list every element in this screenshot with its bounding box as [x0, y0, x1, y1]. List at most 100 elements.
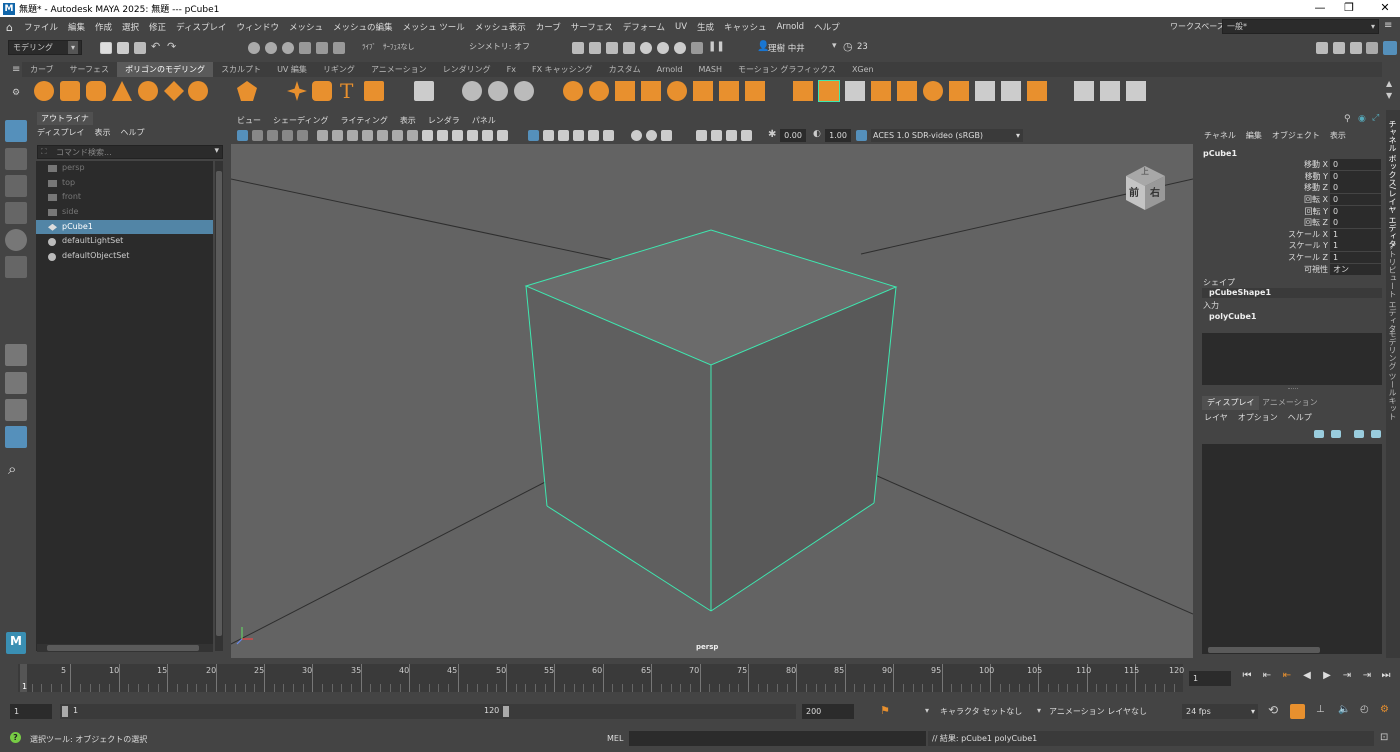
ambient-occlusion-icon[interactable] — [558, 130, 569, 141]
remesh-icon[interactable] — [693, 81, 713, 101]
shelf-menu-icon[interactable]: ≡ — [12, 64, 20, 75]
list-item[interactable]: pCube1 — [36, 219, 213, 235]
open-scene-icon[interactable] — [117, 42, 129, 54]
play-backward-icon[interactable]: ◀ — [1297, 670, 1317, 681]
smooth-icon[interactable] — [563, 81, 583, 101]
resolution-gate-icon[interactable] — [362, 130, 373, 141]
snap-curve-icon[interactable] — [316, 42, 328, 54]
command-input[interactable] — [629, 731, 926, 746]
poly-disc-icon[interactable] — [188, 81, 208, 101]
outliner-menu-help[interactable]: ヘルプ — [120, 127, 144, 138]
exposure-field[interactable]: 0.00 — [780, 129, 806, 142]
channel-box-toggle-icon[interactable] — [1366, 42, 1378, 54]
menu-windows[interactable]: ウィンドウ — [231, 21, 284, 33]
shelf-settings-icon[interactable]: ⚙ — [12, 88, 20, 98]
combine-icon[interactable] — [462, 81, 482, 101]
smooth-shade-icon[interactable] — [437, 130, 448, 141]
channel-value[interactable]: 1 — [1330, 252, 1381, 263]
outliner-search-field[interactable]: ⛶ コマンド検索... ▾ — [37, 145, 223, 159]
four-view-icon[interactable] — [5, 372, 27, 394]
menu-deform[interactable]: デフォーム — [618, 21, 670, 33]
key-tangent-icon[interactable]: ⊥ — [1316, 704, 1325, 715]
circularize-icon[interactable] — [1027, 81, 1047, 101]
quad-draw-icon[interactable] — [1074, 81, 1094, 101]
menu-create[interactable]: 作成 — [90, 21, 117, 33]
channel-row[interactable]: スケール Z1 — [1198, 252, 1382, 264]
gate-mask-icon[interactable] — [377, 130, 388, 141]
shelf-tab-custom[interactable]: カスタム — [601, 62, 649, 77]
view-cube-front-label[interactable]: 前 — [1129, 184, 1139, 199]
wireframe-icon[interactable] — [422, 130, 433, 141]
animation-end-field[interactable]: 200 — [802, 704, 854, 719]
menu-cache[interactable]: キャッシュ — [719, 21, 772, 33]
cb-input-name[interactable]: polyCube1 — [1209, 312, 1256, 321]
scrollbar-thumb[interactable] — [216, 171, 222, 636]
modeling-toolkit-icon[interactable] — [1316, 42, 1328, 54]
list-item[interactable]: top — [36, 176, 213, 191]
boolean-difference-icon[interactable] — [667, 81, 687, 101]
shelf-tab-rendering[interactable]: レンダリング — [435, 62, 499, 77]
shelf-tab-fx-caching[interactable]: FX キャッシング — [524, 62, 601, 77]
sweep-mesh-icon[interactable] — [312, 81, 332, 101]
shelf-tab-sculpting[interactable]: スカルプト — [213, 62, 269, 77]
motion-blur-icon[interactable] — [603, 130, 614, 141]
menu-edit[interactable]: 編集 — [63, 21, 90, 33]
arnold-render-icon[interactable] — [657, 42, 669, 54]
range-end-handle[interactable] — [503, 706, 509, 717]
time-slider-ruler[interactable]: 1 5 10 15 20 25 30 35 40 45 50 55 60 65 … — [18, 664, 1184, 692]
outliner-layout-icon[interactable] — [5, 426, 27, 448]
channel-row[interactable]: 移動 Z0 — [1198, 182, 1382, 194]
undo-icon[interactable]: ↶ — [151, 40, 160, 53]
persp-outliner-icon[interactable] — [5, 399, 27, 421]
cb-menu-channels[interactable]: チャネル — [1204, 130, 1246, 141]
poly-sphere-icon[interactable] — [34, 81, 54, 101]
shelf-tab-uv-editing[interactable]: UV 編集 — [269, 62, 315, 77]
display-all-icon[interactable] — [726, 130, 737, 141]
two-d-pan-icon[interactable] — [297, 130, 308, 141]
shelf-tab-fx[interactable]: Fx — [499, 62, 524, 77]
side-tab-modeling-toolkit[interactable]: モデリング ツールキット — [1387, 330, 1398, 421]
vp-menu-show[interactable]: 表示 — [394, 115, 422, 126]
multi-cut-icon[interactable] — [949, 81, 969, 101]
view-cube-right-label[interactable]: 右 — [1150, 184, 1160, 199]
side-tab-channel-box[interactable]: チャネル ボックス/レイヤ エディタ — [1387, 120, 1398, 248]
render-settings-icon[interactable] — [606, 42, 618, 54]
extrude-icon[interactable] — [793, 81, 813, 101]
menu-modify[interactable]: 修正 — [144, 21, 171, 33]
lasso-tool-icon[interactable] — [5, 148, 27, 170]
channel-value[interactable]: 0 — [1330, 194, 1381, 205]
move-tool-icon[interactable] — [5, 202, 27, 224]
outliner-horizontal-scrollbar[interactable] — [37, 644, 213, 652]
camera-attributes-icon[interactable] — [252, 130, 263, 141]
shelf-tab-motion-graphics[interactable]: モーション グラフィックス — [730, 62, 844, 77]
boolean-union-icon[interactable] — [641, 81, 661, 101]
poly-cone-icon[interactable] — [112, 81, 132, 101]
shelf-tab-xgen[interactable]: XGen — [844, 62, 882, 77]
shelf-scroll-down-icon[interactable]: ▼ — [1386, 91, 1392, 100]
redo-icon[interactable]: ↷ — [167, 40, 176, 53]
hud-icon[interactable] — [696, 130, 707, 141]
step-forward-frame-icon[interactable]: ⇥ — [1337, 670, 1357, 681]
animation-start-field[interactable]: 1 — [10, 704, 52, 719]
go-to-start-icon[interactable]: ⏮ — [1237, 670, 1257, 681]
chevron-down-icon[interactable]: ▾ — [925, 706, 929, 715]
channel-value[interactable]: 0 — [1330, 171, 1381, 182]
menu-select[interactable]: 選択 — [117, 21, 144, 33]
home-icon[interactable]: ⌂ — [0, 21, 19, 34]
select-by-object-icon[interactable] — [265, 42, 277, 54]
depth-of-field-icon[interactable] — [588, 130, 599, 141]
auto-key-icon[interactable]: ⚑ — [880, 704, 890, 717]
go-to-end-icon[interactable]: ⏭ — [1377, 670, 1395, 681]
poly-cylinder-icon[interactable] — [86, 81, 106, 101]
menu-generate[interactable]: 生成 — [692, 21, 719, 33]
current-frame-field[interactable]: 1 — [1189, 671, 1231, 686]
grease-pencil-icon[interactable] — [317, 130, 328, 141]
save-scene-icon[interactable] — [134, 42, 146, 54]
symmetry-dropdown[interactable]: シンメトリ: オフ — [465, 40, 537, 55]
chevron-down-icon[interactable]: ▾ — [832, 41, 837, 51]
outliner-vertical-scrollbar[interactable] — [215, 161, 223, 651]
keyframe-settings-icon[interactable] — [1290, 704, 1305, 719]
step-back-frame-icon[interactable]: ⇤ — [1277, 670, 1297, 681]
pin-icon[interactable]: ⚲ — [1344, 114, 1351, 124]
shelf-tab-mash[interactable]: MASH — [690, 62, 729, 77]
